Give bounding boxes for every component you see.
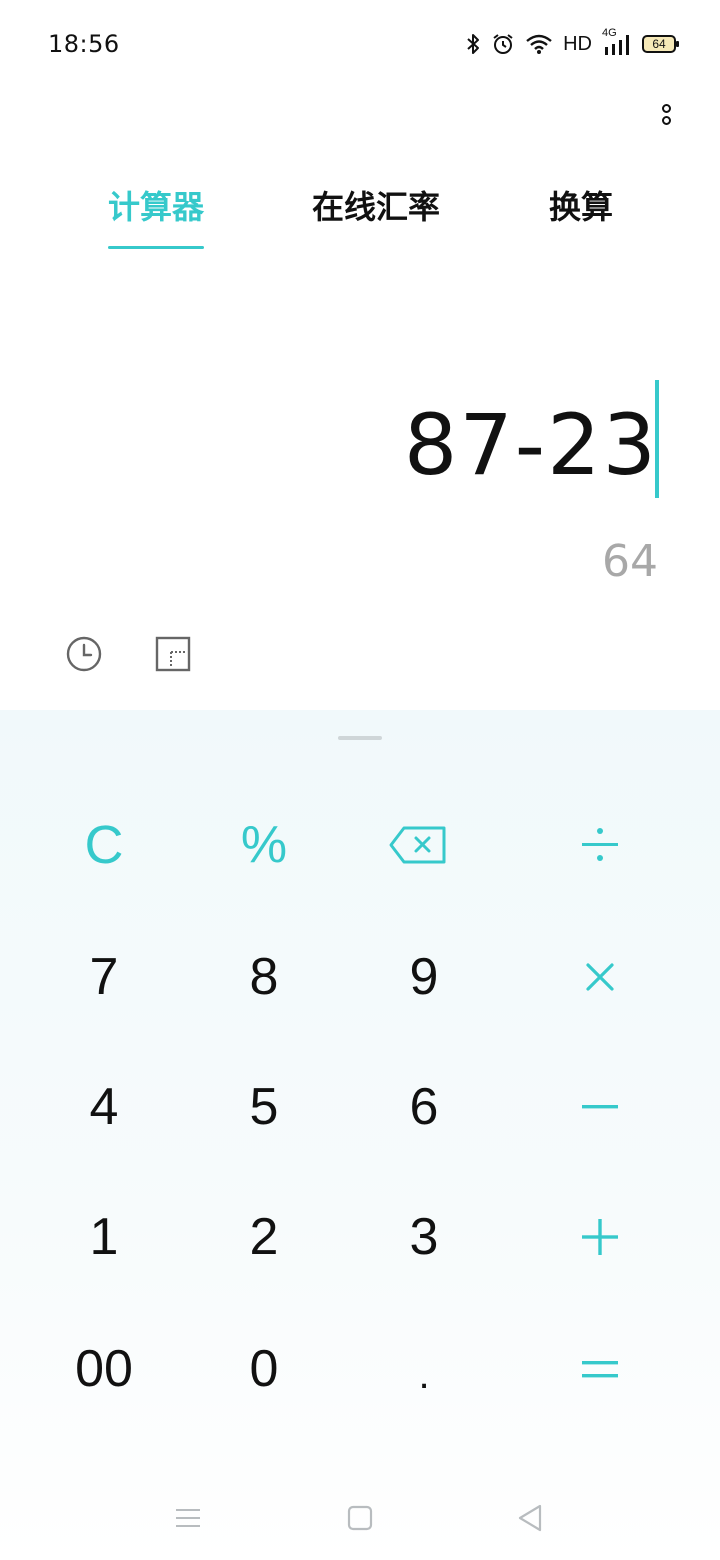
calculator-screen: 18:56 HD 4G 64 计算器 在线汇率 换算 87-23 64 C % … <box>0 0 720 1560</box>
multiply-button[interactable] <box>530 922 670 1032</box>
digit-5-button[interactable]: 5 <box>194 1052 334 1162</box>
decimal-point-button[interactable]: . <box>354 1320 494 1430</box>
tab-unit-conversion[interactable]: 换算 <box>549 185 613 229</box>
keypad: C % 7 8 9 4 5 6 1 2 3 00 0 . <box>0 710 720 1560</box>
divide-icon <box>580 825 620 865</box>
text-cursor <box>655 380 659 498</box>
minus-icon <box>580 1102 620 1112</box>
add-button[interactable] <box>530 1182 670 1292</box>
wifi-icon <box>525 33 553 55</box>
clear-button[interactable]: C <box>34 790 174 900</box>
backspace-icon <box>388 825 448 865</box>
history-icon[interactable] <box>66 636 102 672</box>
backspace-button[interactable] <box>348 790 488 900</box>
signal-icon: 4G <box>602 27 632 57</box>
status-bar: 18:56 HD 4G 64 <box>0 0 720 90</box>
plus-icon <box>580 1217 620 1257</box>
digit-3-button[interactable]: 3 <box>354 1182 494 1292</box>
active-tab-indicator <box>108 246 204 249</box>
equals-icon <box>580 1357 620 1381</box>
digit-7-button[interactable]: 7 <box>34 922 174 1032</box>
equals-button[interactable] <box>530 1314 670 1424</box>
subtract-button[interactable] <box>530 1052 670 1162</box>
back-icon[interactable] <box>510 1498 550 1538</box>
digit-0-button[interactable]: 0 <box>194 1314 334 1424</box>
double-zero-button[interactable]: 00 <box>34 1314 174 1424</box>
digit-1-button[interactable]: 1 <box>34 1182 174 1292</box>
battery-level: 64 <box>652 37 666 51</box>
menu-icon[interactable] <box>168 1498 208 1538</box>
digit-6-button[interactable]: 6 <box>354 1052 494 1162</box>
divide-button[interactable] <box>530 790 670 900</box>
percent-button[interactable]: % <box>194 790 334 900</box>
bluetooth-icon <box>465 32 481 56</box>
alarm-icon <box>491 32 515 56</box>
status-time: 18:56 <box>48 30 120 58</box>
home-icon[interactable] <box>340 1498 380 1538</box>
tab-exchange-rate[interactable]: 在线汇率 <box>312 185 440 229</box>
tab-calculator[interactable]: 计算器 <box>108 185 204 229</box>
digit-2-button[interactable]: 2 <box>194 1182 334 1292</box>
expression-display[interactable]: 87-23 <box>404 395 658 495</box>
keypad-drag-handle[interactable] <box>338 736 382 740</box>
network-hd-label: HD <box>563 32 592 55</box>
digit-9-button[interactable]: 9 <box>354 922 494 1032</box>
scientific-mode-icon[interactable] <box>155 636 191 672</box>
multiply-icon <box>584 961 616 993</box>
result-preview: 64 <box>602 536 658 587</box>
digit-4-button[interactable]: 4 <box>34 1052 174 1162</box>
status-icons: HD 4G 64 <box>465 27 679 60</box>
system-nav-bar <box>0 1480 720 1560</box>
digit-8-button[interactable]: 8 <box>194 922 334 1032</box>
battery-icon: 64 <box>642 35 679 53</box>
more-options-icon[interactable] <box>646 94 686 134</box>
